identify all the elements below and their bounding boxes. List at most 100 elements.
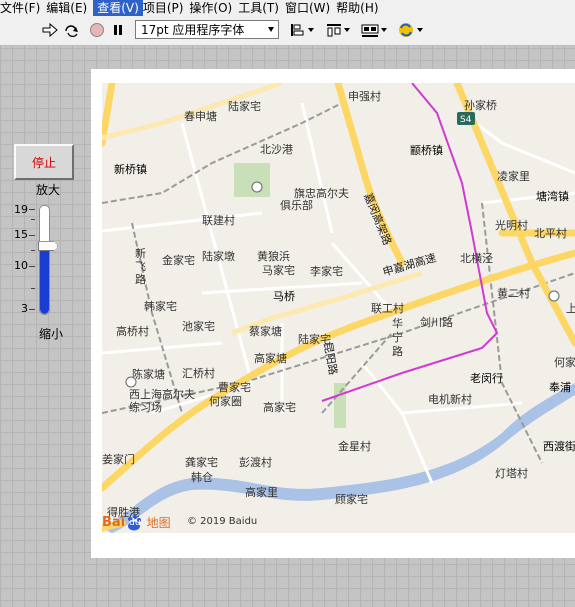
resize-icon[interactable] — [361, 20, 387, 40]
poi-icon — [251, 181, 263, 193]
map-label: 剑川路 — [420, 315, 453, 329]
map-label: 路 — [135, 273, 146, 286]
map-label: 申强村 — [348, 89, 381, 103]
map-label: 北平村 — [534, 226, 567, 240]
map-label: 塘湾镇 — [536, 189, 569, 203]
map-label: 孙家桥 — [464, 98, 497, 112]
zoom-out-label: 缩小 — [39, 327, 64, 341]
stop-button[interactable]: 停止 — [14, 144, 74, 180]
map-label: 马家宅 — [262, 263, 295, 277]
map-label: 姜家门 — [102, 452, 135, 466]
map-canvas: S4 陆家宅春申塘北沙港新桥镇旗忠高尔夫俱乐部联建村金家宅 陆家墩 黄狼浜马家宅 李家… — [102, 83, 575, 533]
map-label: 灯塔村 — [495, 466, 528, 480]
slider-tick — [29, 209, 35, 210]
font-select[interactable]: 17pt 应用程序字体 — [135, 20, 279, 39]
menu-file[interactable]: 文件(F) — [0, 0, 46, 16]
map-label: 韩仓 — [191, 470, 213, 484]
menu-tools[interactable]: 工具(T) — [238, 0, 285, 16]
map-label: 宁 — [392, 330, 403, 344]
map-label: 金家宅 — [162, 253, 195, 267]
map-label: 曹家宅 — [218, 380, 251, 394]
toolbar: 17pt 应用程序字体 — [0, 16, 575, 46]
map-label: 陆家宅 — [228, 99, 261, 113]
slider-thumb[interactable] — [38, 241, 58, 252]
map-label: 池家宅 — [182, 319, 215, 333]
map-label: 黄二村 — [497, 286, 530, 300]
map-label: 西上海高尔夫 — [129, 387, 195, 401]
map-label: 彭渡村 — [239, 455, 272, 469]
menu-window[interactable]: 窗口(W) — [285, 0, 336, 16]
poi-icon — [125, 376, 137, 388]
map-label: 俱乐部 — [280, 198, 313, 212]
map-label: 金星村 — [338, 439, 371, 453]
run-arrow-icon[interactable] — [41, 20, 59, 40]
map-label: 高家宅 — [263, 400, 296, 414]
poi-icon — [548, 290, 560, 302]
map-label: 路 — [392, 345, 403, 358]
map-label: 何家 — [554, 355, 575, 369]
map-label: 奉浦 — [549, 380, 571, 394]
map-label: 练习场 — [129, 400, 162, 414]
road-label-jiamin: 嘉闵高架路 — [361, 191, 395, 247]
menu-operate[interactable]: 操作(O) — [189, 0, 238, 16]
map-label: 陈家塘 — [132, 367, 165, 381]
slider-tick-label-3: 3 — [21, 302, 28, 315]
pause-icon[interactable] — [110, 20, 126, 40]
map-label: 马桥 — [273, 290, 295, 303]
slider-tick — [29, 309, 35, 310]
distribute-icon[interactable] — [325, 20, 351, 40]
run-continuously-icon[interactable] — [62, 20, 82, 40]
zoom-in-label: 放大 — [36, 183, 61, 197]
slider-tick — [31, 219, 35, 220]
menu-help[interactable]: 帮助(H) — [336, 0, 384, 16]
slider-tick — [31, 250, 35, 251]
map-label: 北横泾 — [460, 251, 493, 265]
place-labels: 陆家宅春申塘北沙港新桥镇旗忠高尔夫俱乐部联建村金家宅 陆家墩 黄狼浜马家宅 李家宅 新飞… — [102, 89, 575, 519]
slider-tick-label-10: 10 — [14, 259, 28, 272]
map-label: 联建村 — [202, 213, 235, 227]
map-label: 蔡家塘 — [249, 324, 282, 338]
park-area — [334, 383, 346, 428]
map-label: 汇桥村 — [182, 366, 215, 380]
map-label: 颛桥镇 — [410, 143, 443, 157]
s4-badge-text: S4 — [460, 115, 472, 125]
map-label: 老闵行 — [470, 371, 503, 385]
map-label: 春申塘 — [184, 109, 217, 123]
map-label: 何家圈 — [209, 394, 242, 408]
map-label: 西渡街 — [543, 439, 575, 453]
map-label: 高桥村 — [116, 324, 149, 338]
menu-edit[interactable]: 编辑(E) — [46, 0, 93, 16]
slider-track[interactable] — [39, 205, 50, 315]
menu-view[interactable]: 查看(V) — [93, 0, 143, 16]
map-label: 黄狼浜 — [257, 249, 290, 263]
park-area — [234, 163, 270, 197]
slider-tick — [29, 235, 35, 236]
map-label: 高家塘 — [254, 351, 287, 365]
map-view[interactable]: S4 陆家宅 春申塘 北沙港 新桥镇 旗忠高尔夫 俱乐部 联建村 金家宅 陆家墩 黄狼浜 马家宅 李家… — [102, 83, 575, 533]
map-copyright: © 2019 Baidu — [187, 516, 258, 527]
slider-tick-label-15: 15 — [14, 228, 28, 241]
map-label: 凌家里 — [497, 169, 530, 183]
align-icon[interactable] — [289, 20, 315, 40]
baidu-logo[interactable]: Bai du 地图 — [102, 514, 171, 531]
map-label: 高家里 — [245, 485, 278, 499]
map-label: 上 — [566, 302, 575, 315]
slider-fill — [40, 245, 49, 314]
map-label: 陆家墩 — [202, 249, 235, 263]
font-select-value: 17pt 应用程序字体 — [141, 23, 245, 37]
menu-bar: 文件(F) 编辑(E) 查看(V) 项目(P) 操作(O) 工具(T) 窗口(W… — [0, 0, 575, 16]
slider-tick-label-19: 19 — [14, 203, 28, 216]
slider-tick — [29, 266, 35, 267]
map-label: 北沙港 — [260, 143, 293, 156]
reorder-icon[interactable] — [397, 20, 423, 40]
stop-button-label: 停止 — [31, 155, 56, 170]
menu-project[interactable]: 项目(P) — [143, 0, 190, 16]
map-label: 新桥镇 — [114, 162, 147, 176]
map-label: 飞 — [135, 260, 146, 273]
abort-icon[interactable] — [88, 20, 106, 40]
map-label: 旗忠高尔夫 — [294, 186, 349, 200]
chevron-down-icon — [268, 27, 274, 32]
map-label: 联工村 — [371, 301, 404, 315]
slider-tick — [31, 288, 35, 289]
road-label-kunyang: 昆阳路 — [321, 341, 340, 376]
